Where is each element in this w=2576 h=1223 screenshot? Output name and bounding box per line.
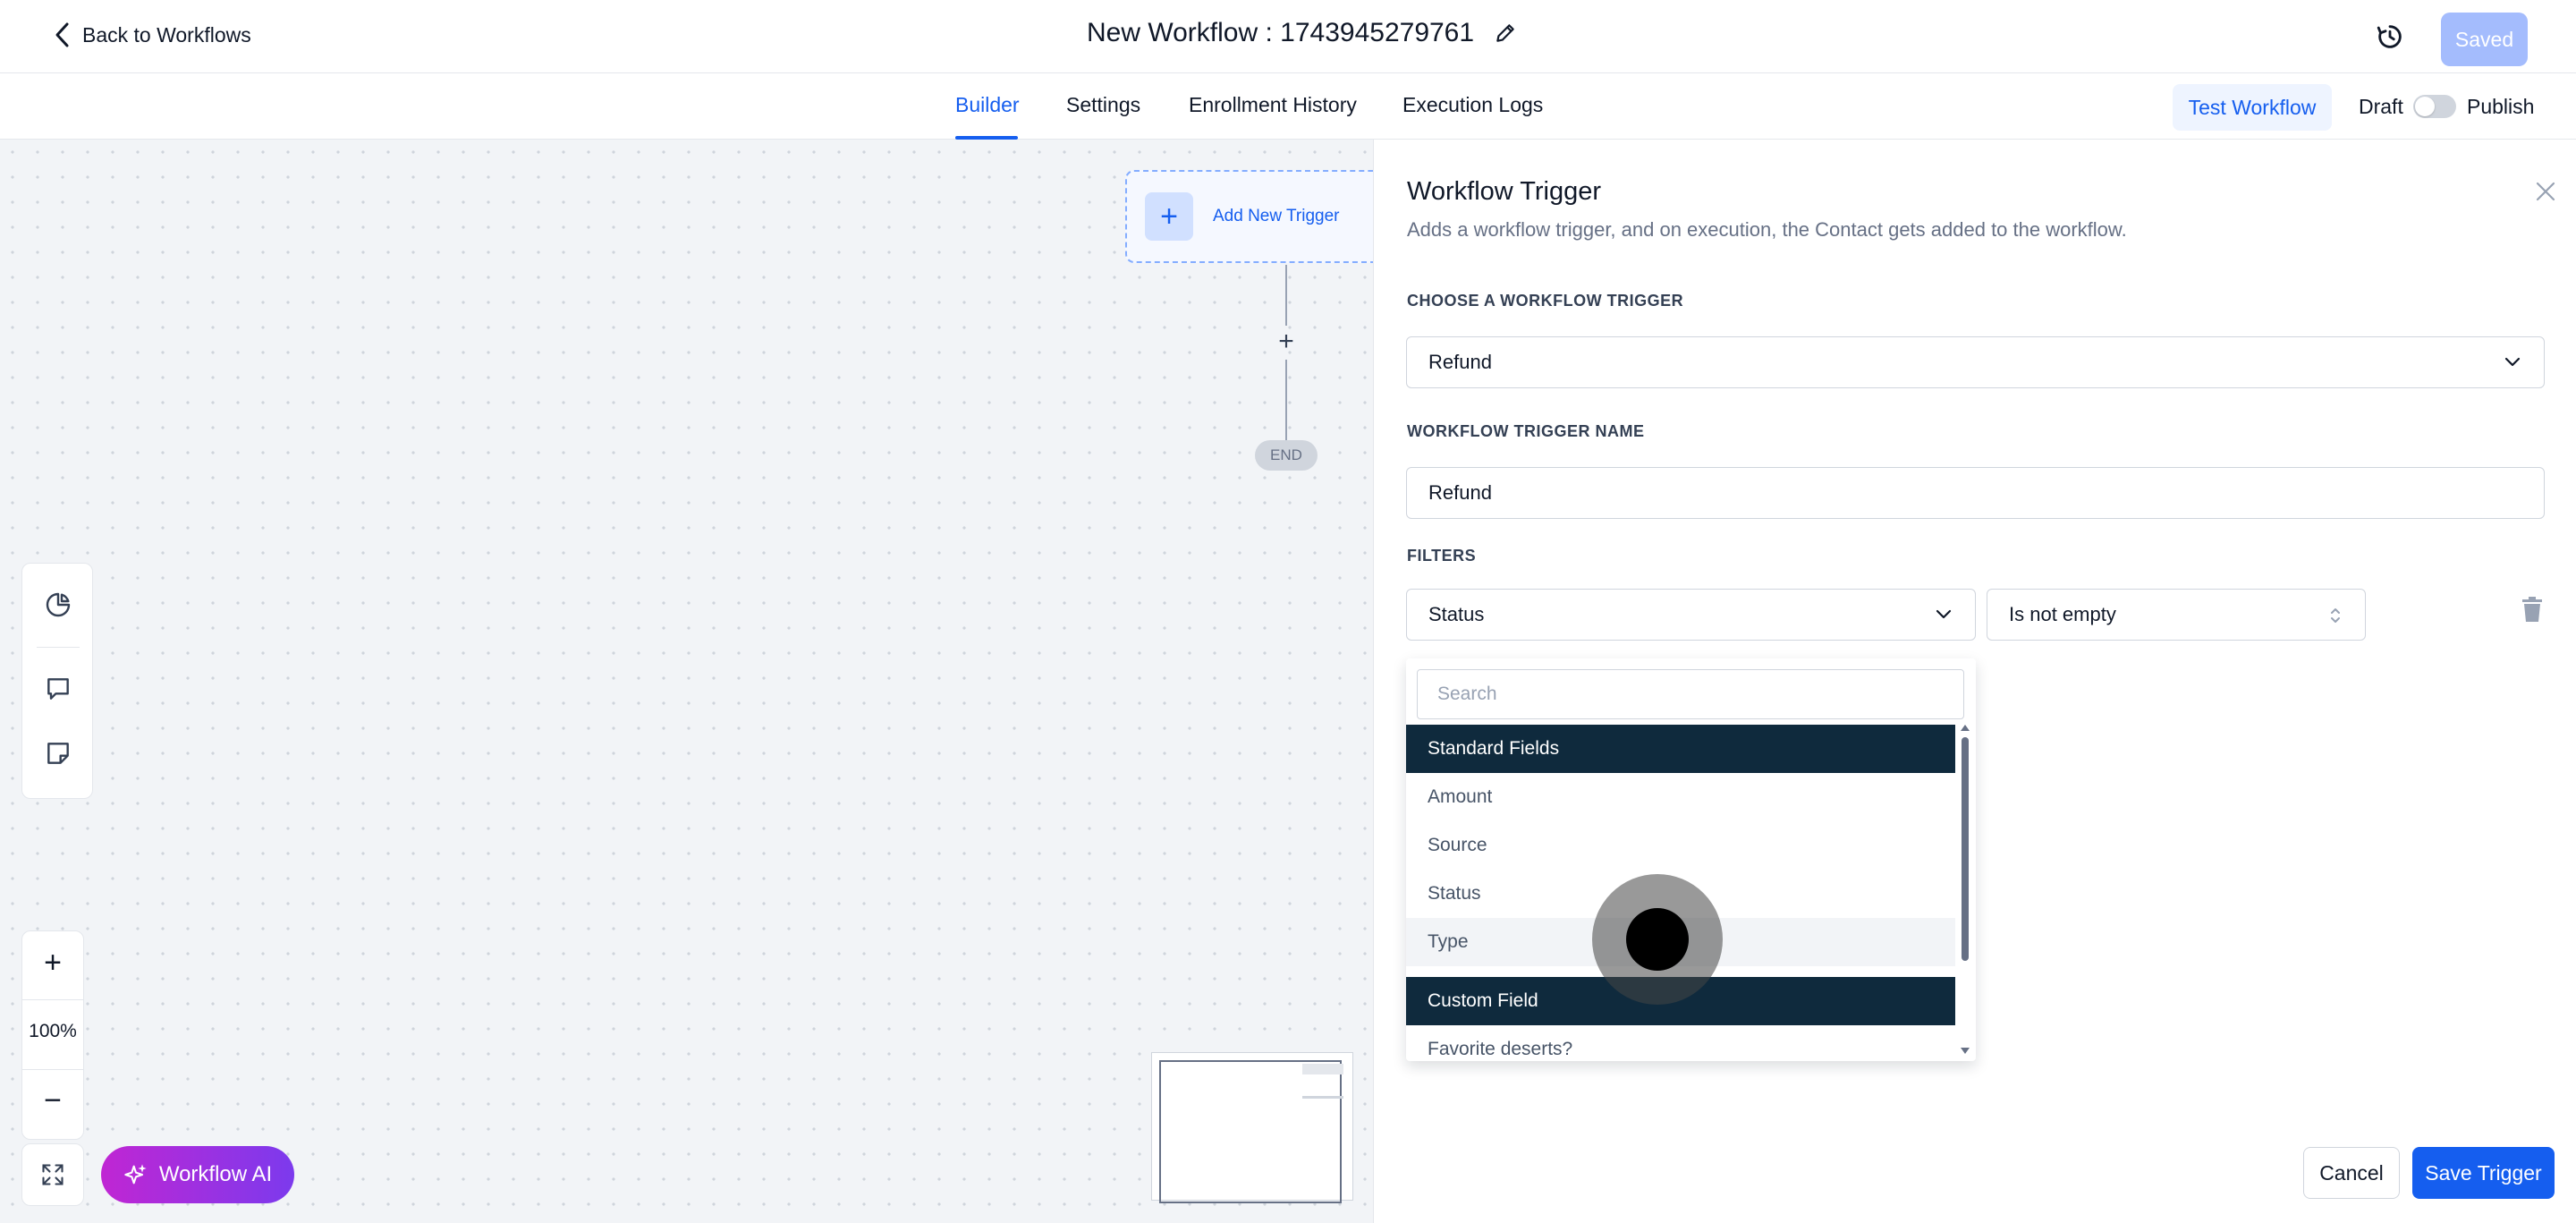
- scroll-down-arrow-icon[interactable]: [1960, 1047, 1970, 1056]
- workflow-title-area: New Workflow : 1743945279761: [1087, 18, 1517, 48]
- divider: [22, 999, 83, 1000]
- canvas-side-toolbar: [21, 563, 93, 799]
- save-trigger-button[interactable]: Save Trigger: [2412, 1147, 2555, 1199]
- tab-enrollment-history[interactable]: Enrollment History: [1189, 93, 1357, 117]
- trigger-name-label: WORKFLOW TRIGGER NAME: [1407, 422, 1645, 440]
- minimap-viewport: [1159, 1060, 1342, 1203]
- choose-trigger-label: CHOOSE A WORKFLOW TRIGGER: [1407, 292, 1684, 310]
- workflow-canvas[interactable]: + Add New Trigger + END + 100% − Workflo…: [0, 140, 1373, 1223]
- field-dropdown-menu: Search Standard Fields Amount Source Sta…: [1406, 658, 1976, 1061]
- top-header: Back to Workflows New Workflow : 1743945…: [0, 0, 2576, 73]
- dropdown-item-source[interactable]: Source: [1406, 821, 1955, 870]
- panel-description: Adds a workflow trigger, and on executio…: [1407, 218, 2127, 241]
- dropdown-item-amount[interactable]: Amount: [1406, 773, 1955, 821]
- chevron-down-icon: [1936, 609, 1952, 619]
- connector-line: [1285, 360, 1287, 440]
- chevron-up-down-icon: [2331, 608, 2340, 623]
- filter-field-select[interactable]: Status: [1406, 589, 1976, 641]
- minimap-node: [1302, 1096, 1343, 1099]
- back-label: Back to Workflows: [82, 22, 251, 47]
- add-new-trigger-node[interactable]: + Add New Trigger: [1125, 170, 1373, 263]
- fit-view-button[interactable]: [21, 1143, 84, 1206]
- plus-icon: +: [1145, 192, 1193, 241]
- cursor-dot: [1626, 908, 1689, 971]
- publish-label: Publish: [2467, 95, 2535, 118]
- filters-label: FILTERS: [1407, 547, 1477, 565]
- dropdown-group-header: Standard Fields: [1406, 725, 1955, 773]
- trigger-select[interactable]: Refund: [1406, 336, 2545, 388]
- dropdown-search-input[interactable]: Search: [1417, 669, 1964, 719]
- trigger-select-value: Refund: [1428, 351, 1492, 373]
- minimap-node: [1302, 1064, 1343, 1074]
- trash-icon[interactable]: [2521, 596, 2544, 623]
- scroll-up-arrow-icon[interactable]: [1960, 723, 1970, 732]
- close-icon[interactable]: [2535, 181, 2556, 202]
- add-trigger-label: Add New Trigger: [1213, 207, 1340, 225]
- back-to-workflows-link[interactable]: Back to Workflows: [54, 21, 251, 48]
- zoom-controls: + 100% −: [21, 930, 84, 1140]
- expand-icon: [42, 1164, 64, 1185]
- filter-operator-value: Is not empty: [2009, 603, 2116, 625]
- toggle-knob: [2415, 97, 2435, 116]
- divider: [22, 1069, 83, 1070]
- pie-chart-icon[interactable]: [44, 590, 72, 619]
- dropdown-scrollbar[interactable]: [1959, 723, 1971, 1056]
- panel-title: Workflow Trigger: [1407, 177, 1602, 206]
- add-step-button[interactable]: +: [1274, 328, 1299, 355]
- workflow-trigger-panel: Workflow Trigger Adds a workflow trigger…: [1373, 140, 2576, 1223]
- filter-operator-select[interactable]: Is not empty: [1987, 589, 2366, 641]
- history-icon[interactable]: [2375, 21, 2405, 52]
- sticky-note-icon[interactable]: [44, 739, 72, 768]
- workflow-title: New Workflow : 1743945279761: [1087, 18, 1475, 47]
- zoom-out-button[interactable]: −: [22, 1083, 83, 1118]
- canvas-minimap[interactable]: [1151, 1052, 1353, 1203]
- draft-label: Draft: [2359, 95, 2403, 118]
- saved-button[interactable]: Saved: [2441, 13, 2528, 66]
- pencil-edit-icon[interactable]: [1494, 21, 1517, 45]
- test-workflow-button[interactable]: Test Workflow: [2173, 84, 2332, 131]
- chevron-left-icon: [55, 22, 69, 47]
- tab-builder[interactable]: Builder: [955, 93, 1020, 117]
- tab-settings[interactable]: Settings: [1066, 93, 1140, 117]
- cancel-button[interactable]: Cancel: [2303, 1147, 2400, 1199]
- comment-icon[interactable]: [44, 675, 72, 703]
- tabs-bar: Builder Settings Enrollment History Exec…: [0, 73, 2576, 140]
- scrollbar-thumb[interactable]: [1962, 737, 1969, 961]
- trigger-name-value: Refund: [1428, 481, 1492, 504]
- publish-toggle[interactable]: [2413, 95, 2456, 118]
- tab-execution-logs[interactable]: Execution Logs: [1402, 93, 1543, 117]
- divider: [37, 647, 80, 648]
- end-node: END: [1255, 440, 1318, 471]
- chevron-down-icon: [2504, 357, 2521, 367]
- workflow-ai-label: Workflow AI: [158, 1162, 273, 1186]
- trigger-name-input[interactable]: Refund: [1406, 467, 2545, 519]
- zoom-level: 100%: [29, 1021, 77, 1041]
- workflow-ai-button[interactable]: Workflow AI: [101, 1146, 294, 1203]
- zoom-in-button[interactable]: +: [22, 946, 83, 981]
- sparkles-icon: [124, 1164, 147, 1185]
- dropdown-item-favorite-deserts[interactable]: Favorite deserts?: [1406, 1025, 1955, 1061]
- filter-field-value: Status: [1428, 603, 1485, 625]
- connector-line: [1285, 265, 1287, 326]
